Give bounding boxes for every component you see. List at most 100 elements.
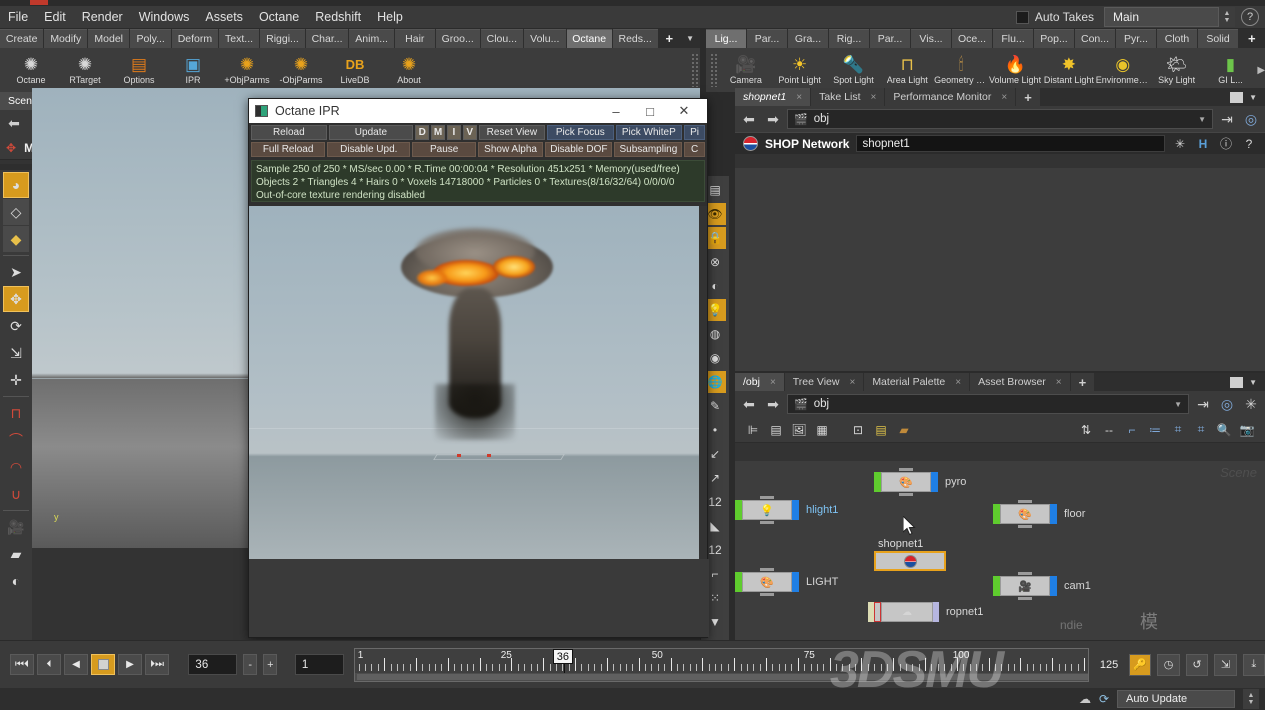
- tab-asset-browser[interactable]: Asset Browser ×: [970, 373, 1070, 391]
- current-frame-input[interactable]: 36: [188, 654, 238, 675]
- shelf-tab-lights[interactable]: Lig...: [706, 29, 746, 48]
- node-floor[interactable]: 🎨 floor: [993, 500, 1085, 528]
- ipr-clay-button[interactable]: C: [684, 142, 705, 157]
- timeline-range-bar[interactable]: [354, 672, 1089, 681]
- snapshot-icon[interactable]: 🖼: [791, 422, 807, 438]
- clock-icon[interactable]: ◷: [1157, 653, 1180, 676]
- octane-ipr-window[interactable]: Octane IPR – □ ✕ Reload Update D M I V R…: [248, 98, 709, 638]
- shelf-tab-fluids[interactable]: Flu...: [993, 29, 1033, 48]
- close-icon[interactable]: ✕: [667, 99, 701, 123]
- shelf-tab-cloth[interactable]: Cloth: [1157, 29, 1197, 48]
- obj-tab-add-button[interactable]: +: [1070, 373, 1095, 391]
- tab-shopnet1[interactable]: shopnet1 ×: [735, 88, 811, 106]
- shelf-tab-modify[interactable]: Modify: [44, 29, 88, 48]
- shelf-menu-chevron-down-icon[interactable]: ▼: [680, 29, 700, 48]
- node-cam1[interactable]: 🎥 cam1: [993, 572, 1091, 600]
- tab-tree-view[interactable]: Tree View ×: [784, 373, 864, 391]
- shelf-tab-vision[interactable]: Vis...: [911, 29, 951, 48]
- export-icon[interactable]: ⤓: [1242, 653, 1265, 676]
- dash-icon[interactable]: --: [1101, 422, 1117, 438]
- playhead-frame-label[interactable]: 36: [552, 648, 573, 664]
- select-shape-icon[interactable]: ◇: [3, 199, 29, 225]
- grid-small-icon[interactable]: ⌗: [1170, 422, 1186, 438]
- node-top-connector[interactable]: [1018, 572, 1032, 575]
- shop-network-canvas[interactable]: [735, 168, 1265, 371]
- forward-arrow-icon-shop[interactable]: ➡: [763, 109, 783, 129]
- node-top-connector[interactable]: [760, 568, 774, 571]
- back-arrow-icon-shop[interactable]: ⬅: [739, 109, 759, 129]
- tab-take-list[interactable]: Take List ×: [811, 88, 885, 106]
- shop-path-input[interactable]: 🎬 obj ▼: [787, 109, 1213, 129]
- node-bottom-connector[interactable]: [760, 521, 774, 524]
- network-box-icon[interactable]: ⊡: [850, 422, 866, 438]
- chevron-down-icon-shop[interactable]: ▼: [1198, 115, 1206, 124]
- auto-update-dropdown[interactable]: Auto Update: [1117, 690, 1235, 708]
- menu-file[interactable]: File: [0, 8, 36, 26]
- node-bottom-connector[interactable]: [760, 593, 774, 596]
- cloud-icon[interactable]: ☁: [1079, 692, 1091, 706]
- palette-icon[interactable]: ▦: [814, 422, 830, 438]
- shelf-tab-deform[interactable]: Deform: [172, 29, 218, 48]
- pane-menu-chevron-down-icon[interactable]: ▼: [1249, 93, 1257, 102]
- node-output-flag[interactable]: [1050, 576, 1057, 596]
- undo-curve-icon[interactable]: ↺: [1185, 653, 1209, 676]
- shelf-button-gi-light[interactable]: ▮ GI L...: [1204, 55, 1258, 85]
- shelf-button-area-light[interactable]: ⊓ Area Light: [880, 55, 934, 85]
- node-body[interactable]: [874, 551, 946, 571]
- refresh-icon[interactable]: ⟳: [1099, 692, 1109, 706]
- node-output-flag[interactable]: [1050, 504, 1057, 524]
- node-input-flag[interactable]: [874, 472, 881, 492]
- menu-redshift[interactable]: Redshift: [307, 8, 369, 26]
- frame-decrement-button[interactable]: -: [243, 654, 258, 675]
- tab-performance-monitor[interactable]: Performance Monitor ×: [885, 88, 1016, 106]
- shelf-button-options[interactable]: ▤ Options: [112, 55, 166, 85]
- tab-close-icon[interactable]: ×: [770, 377, 776, 388]
- gear-icon[interactable]: ✳: [1172, 136, 1188, 152]
- shelf-button-rtarget[interactable]: ✺ RTarget: [58, 55, 112, 85]
- target-icon-shop[interactable]: ◎: [1241, 109, 1261, 129]
- node-hlight1[interactable]: 💡 hlight1: [735, 496, 838, 524]
- ipr-disable-dof-button[interactable]: Disable DOF: [545, 142, 613, 157]
- help-icon[interactable]: ?: [1241, 8, 1259, 26]
- node-top-connector[interactable]: [760, 496, 774, 499]
- node-bottom-connector[interactable]: [1018, 597, 1032, 600]
- shelf-button-add-obj-parms[interactable]: ✺ +ObjParms: [220, 55, 274, 85]
- back-arrow-icon-obj[interactable]: ⬅: [739, 394, 759, 414]
- node-bottom-connector[interactable]: [899, 493, 913, 496]
- arrow-select-icon[interactable]: ➤: [3, 259, 29, 285]
- branch-icon[interactable]: ⌐: [1124, 422, 1140, 438]
- prev-key-icon[interactable]: ⏴: [37, 654, 61, 675]
- maximize-icon[interactable]: □: [633, 99, 667, 123]
- node-output-flag[interactable]: [931, 472, 938, 492]
- node-input-flag[interactable]: [993, 576, 1000, 596]
- node-flag-c[interactable]: [933, 602, 939, 622]
- shelf-resize-grip-right[interactable]: [710, 53, 719, 87]
- target-icon-obj[interactable]: ◎: [1217, 394, 1237, 414]
- node-body[interactable]: ☁: [881, 602, 933, 622]
- shelf-tab-particles[interactable]: Par...: [747, 29, 787, 48]
- menu-windows[interactable]: Windows: [131, 8, 198, 26]
- ipr-update-button[interactable]: Update: [328, 125, 414, 140]
- shelf-next-arrow-icon[interactable]: ▶: [1257, 65, 1265, 76]
- ipr-toggle-m-button[interactable]: M: [431, 125, 445, 140]
- obj-path-input[interactable]: 🎬 obj ▼: [787, 394, 1189, 414]
- ipr-title-bar[interactable]: Octane IPR – □ ✕: [249, 99, 707, 123]
- shelf-tab-create[interactable]: Create: [0, 29, 44, 48]
- tab-obj[interactable]: /obj ×: [735, 373, 784, 391]
- ipr-toggle-d-button[interactable]: D: [415, 125, 430, 140]
- ipr-pick-focus-button[interactable]: Pick Focus: [547, 125, 614, 140]
- handles-icon[interactable]: ⇲: [1214, 653, 1237, 676]
- shelf-button-livedb[interactable]: DB LiveDB: [328, 55, 382, 85]
- display-options-icon[interactable]: ▰: [3, 541, 29, 567]
- shelf-tab-texture[interactable]: Text...: [218, 29, 260, 48]
- play-icon[interactable]: ▶: [118, 654, 142, 675]
- node-output-flag[interactable]: [792, 500, 799, 520]
- shelf-button-geometry-light[interactable]: 🕯 Geometry L...: [934, 55, 988, 85]
- node-input-flag[interactable]: [735, 572, 742, 592]
- camera-view-icon[interactable]: 🎥: [3, 514, 29, 540]
- shelf-button-spot-light[interactable]: 🔦 Spot Light: [827, 55, 881, 85]
- align-icon[interactable]: ⇅: [1078, 422, 1094, 438]
- obj-node-canvas[interactable]: Scene 🎨 pyro 💡 hlight1 🎨 floor shopnet1 …: [735, 461, 1265, 640]
- gear-icon-obj[interactable]: ✳: [1241, 394, 1261, 414]
- shelf-button-camera[interactable]: 🎥 Camera: [719, 55, 773, 85]
